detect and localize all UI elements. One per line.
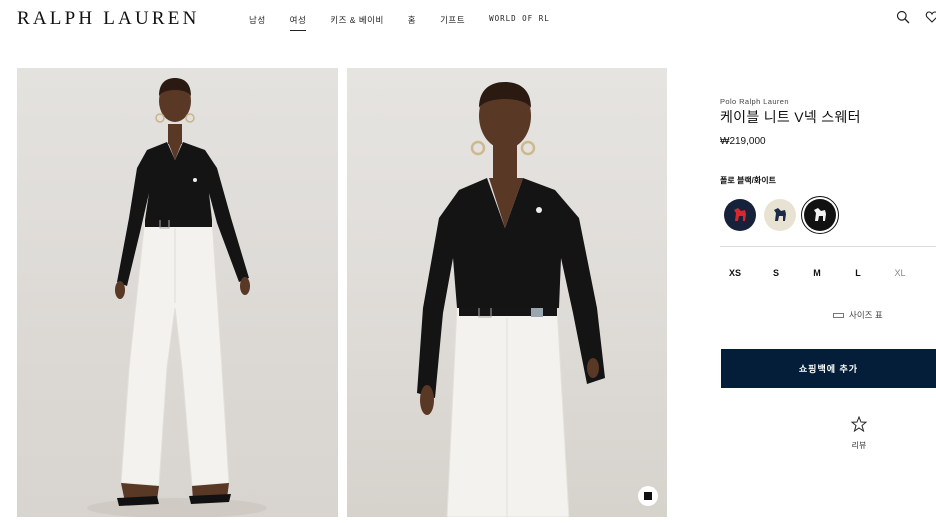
heart-icon[interactable] [925,10,936,26]
model-full-body-photo [87,78,267,517]
star-icon [850,415,868,433]
size-chart-label: 사이즈 표 [849,310,883,320]
video-play-button[interactable] [638,486,658,506]
size-selector: XS S M L XL [720,268,936,280]
product-title: 케이블 니트 V넥 스웨터 [720,109,861,125]
swatch-black-white-pony[interactable] [801,196,839,234]
model-closeup-photo [417,82,605,517]
nav-item-women[interactable]: 여성 [289,14,307,31]
nav-item-home[interactable]: 홈 [408,14,416,31]
selected-color-label: 폴로 블랙/화이트 [720,176,776,185]
review-label: 리뷰 [851,441,867,450]
product-image-closeup[interactable] [347,68,667,517]
product-brand[interactable]: Polo Ralph Lauren [720,97,789,106]
color-swatches [722,196,842,234]
brand-logo[interactable]: RALPH LAUREN [17,8,200,30]
swatch-navy-red-pony[interactable] [724,199,756,231]
size-chart-link[interactable]: 사이즈 표 [833,309,883,321]
nav-item-gift[interactable]: 기프트 [440,14,465,31]
search-icon[interactable] [896,10,912,26]
nav-item-men[interactable]: 남성 [249,14,266,31]
review-link[interactable]: 리뷰 [845,415,873,451]
size-s[interactable]: S [773,268,779,278]
size-m[interactable]: M [813,268,821,278]
size-xl[interactable]: XL [894,268,905,278]
nav-item-world-of-rl[interactable]: WORLD OF RL [489,14,550,31]
product-image-full-body[interactable] [17,68,338,517]
nav-item-kids-baby[interactable]: 키즈 & 베이비 [330,14,384,31]
main-nav: 남성 여성 키즈 & 베이비 홈 기프트 WORLD OF RL [249,14,574,31]
size-xs[interactable]: XS [729,268,741,278]
divider [720,246,936,247]
swatch-cream-navy-pony[interactable] [764,199,796,231]
video-play-icon [644,492,652,500]
ruler-icon [833,312,844,318]
product-price: ₩219,000 [720,136,766,147]
size-l[interactable]: L [855,268,861,278]
add-to-bag-button[interactable]: 쇼핑백에 추가 [721,349,936,388]
site-header: RALPH LAUREN 남성 여성 키즈 & 베이비 홈 기프트 WORLD … [0,0,936,40]
